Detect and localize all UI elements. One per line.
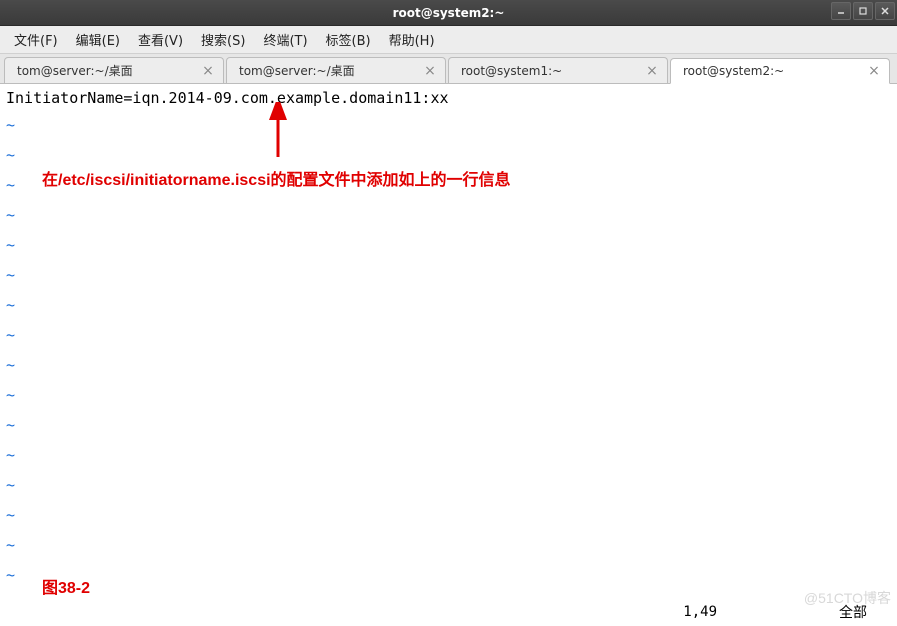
display-mode: 全部 xyxy=(839,602,867,622)
tilde: ~ xyxy=(6,410,15,440)
tilde: ~ xyxy=(6,530,15,560)
figure-label: 图38-2 xyxy=(42,574,90,598)
titlebar: root@system2:~ xyxy=(0,0,897,26)
tab-label: tom@server:~/桌面 xyxy=(239,62,417,79)
cursor-position: 1,49 xyxy=(683,604,717,620)
tilde: ~ xyxy=(6,500,15,530)
tab-label: tom@server:~/桌面 xyxy=(17,62,195,79)
annotation-text: 在/etc/iscsi/initiatorname.iscsi的配置文件中添加如… xyxy=(42,166,511,190)
tilde: ~ xyxy=(6,170,15,200)
close-button[interactable] xyxy=(875,2,895,20)
menu-edit[interactable]: 编辑(E) xyxy=(68,26,128,53)
minimize-button[interactable] xyxy=(831,2,851,20)
annotation-arrow-icon xyxy=(260,102,300,162)
menubar: 文件(F) 编辑(E) 查看(V) 搜索(S) 终端(T) 标签(B) 帮助(H… xyxy=(0,26,897,54)
tilde: ~ xyxy=(6,110,15,140)
close-icon[interactable]: × xyxy=(645,64,659,78)
tilde: ~ xyxy=(6,470,15,500)
terminal-area[interactable]: InitiatorName=iqn.2014-09.com.example.do… xyxy=(0,84,897,626)
tilde: ~ xyxy=(6,230,15,260)
menu-search[interactable]: 搜索(S) xyxy=(193,26,253,53)
close-icon[interactable]: × xyxy=(423,64,437,78)
tilde: ~ xyxy=(6,380,15,410)
tilde: ~ xyxy=(6,350,15,380)
tab-0[interactable]: tom@server:~/桌面 × xyxy=(4,57,224,83)
close-icon[interactable]: × xyxy=(867,64,881,78)
tilde: ~ xyxy=(6,200,15,230)
menu-terminal[interactable]: 终端(T) xyxy=(255,26,315,53)
menu-help[interactable]: 帮助(H) xyxy=(381,26,443,53)
maximize-button[interactable] xyxy=(853,2,873,20)
close-icon[interactable]: × xyxy=(201,64,215,78)
tilde: ~ xyxy=(6,320,15,350)
vim-status-bar: 1,49 全部 xyxy=(0,602,897,622)
tab-label: root@system1:~ xyxy=(461,64,639,78)
tilde: ~ xyxy=(6,260,15,290)
tabbar: tom@server:~/桌面 × tom@server:~/桌面 × root… xyxy=(0,54,897,84)
tilde: ~ xyxy=(6,440,15,470)
menu-view[interactable]: 查看(V) xyxy=(130,26,191,53)
tab-2[interactable]: root@system1:~ × xyxy=(448,57,668,83)
window-controls xyxy=(831,2,895,20)
tilde: ~ xyxy=(6,140,15,170)
tab-3[interactable]: root@system2:~ × xyxy=(670,58,890,84)
window-title: root@system2:~ xyxy=(393,6,505,20)
tilde: ~ xyxy=(6,560,15,590)
tilde: ~ xyxy=(6,290,15,320)
tab-1[interactable]: tom@server:~/桌面 × xyxy=(226,57,446,83)
menu-file[interactable]: 文件(F) xyxy=(6,26,66,53)
vim-tildes: ~ ~ ~ ~ ~ ~ ~ ~ ~ ~ ~ ~ ~ ~ ~ ~ xyxy=(6,110,15,590)
tab-label: root@system2:~ xyxy=(683,64,861,78)
menu-tabs[interactable]: 标签(B) xyxy=(318,26,379,53)
terminal-content: InitiatorName=iqn.2014-09.com.example.do… xyxy=(6,88,891,108)
